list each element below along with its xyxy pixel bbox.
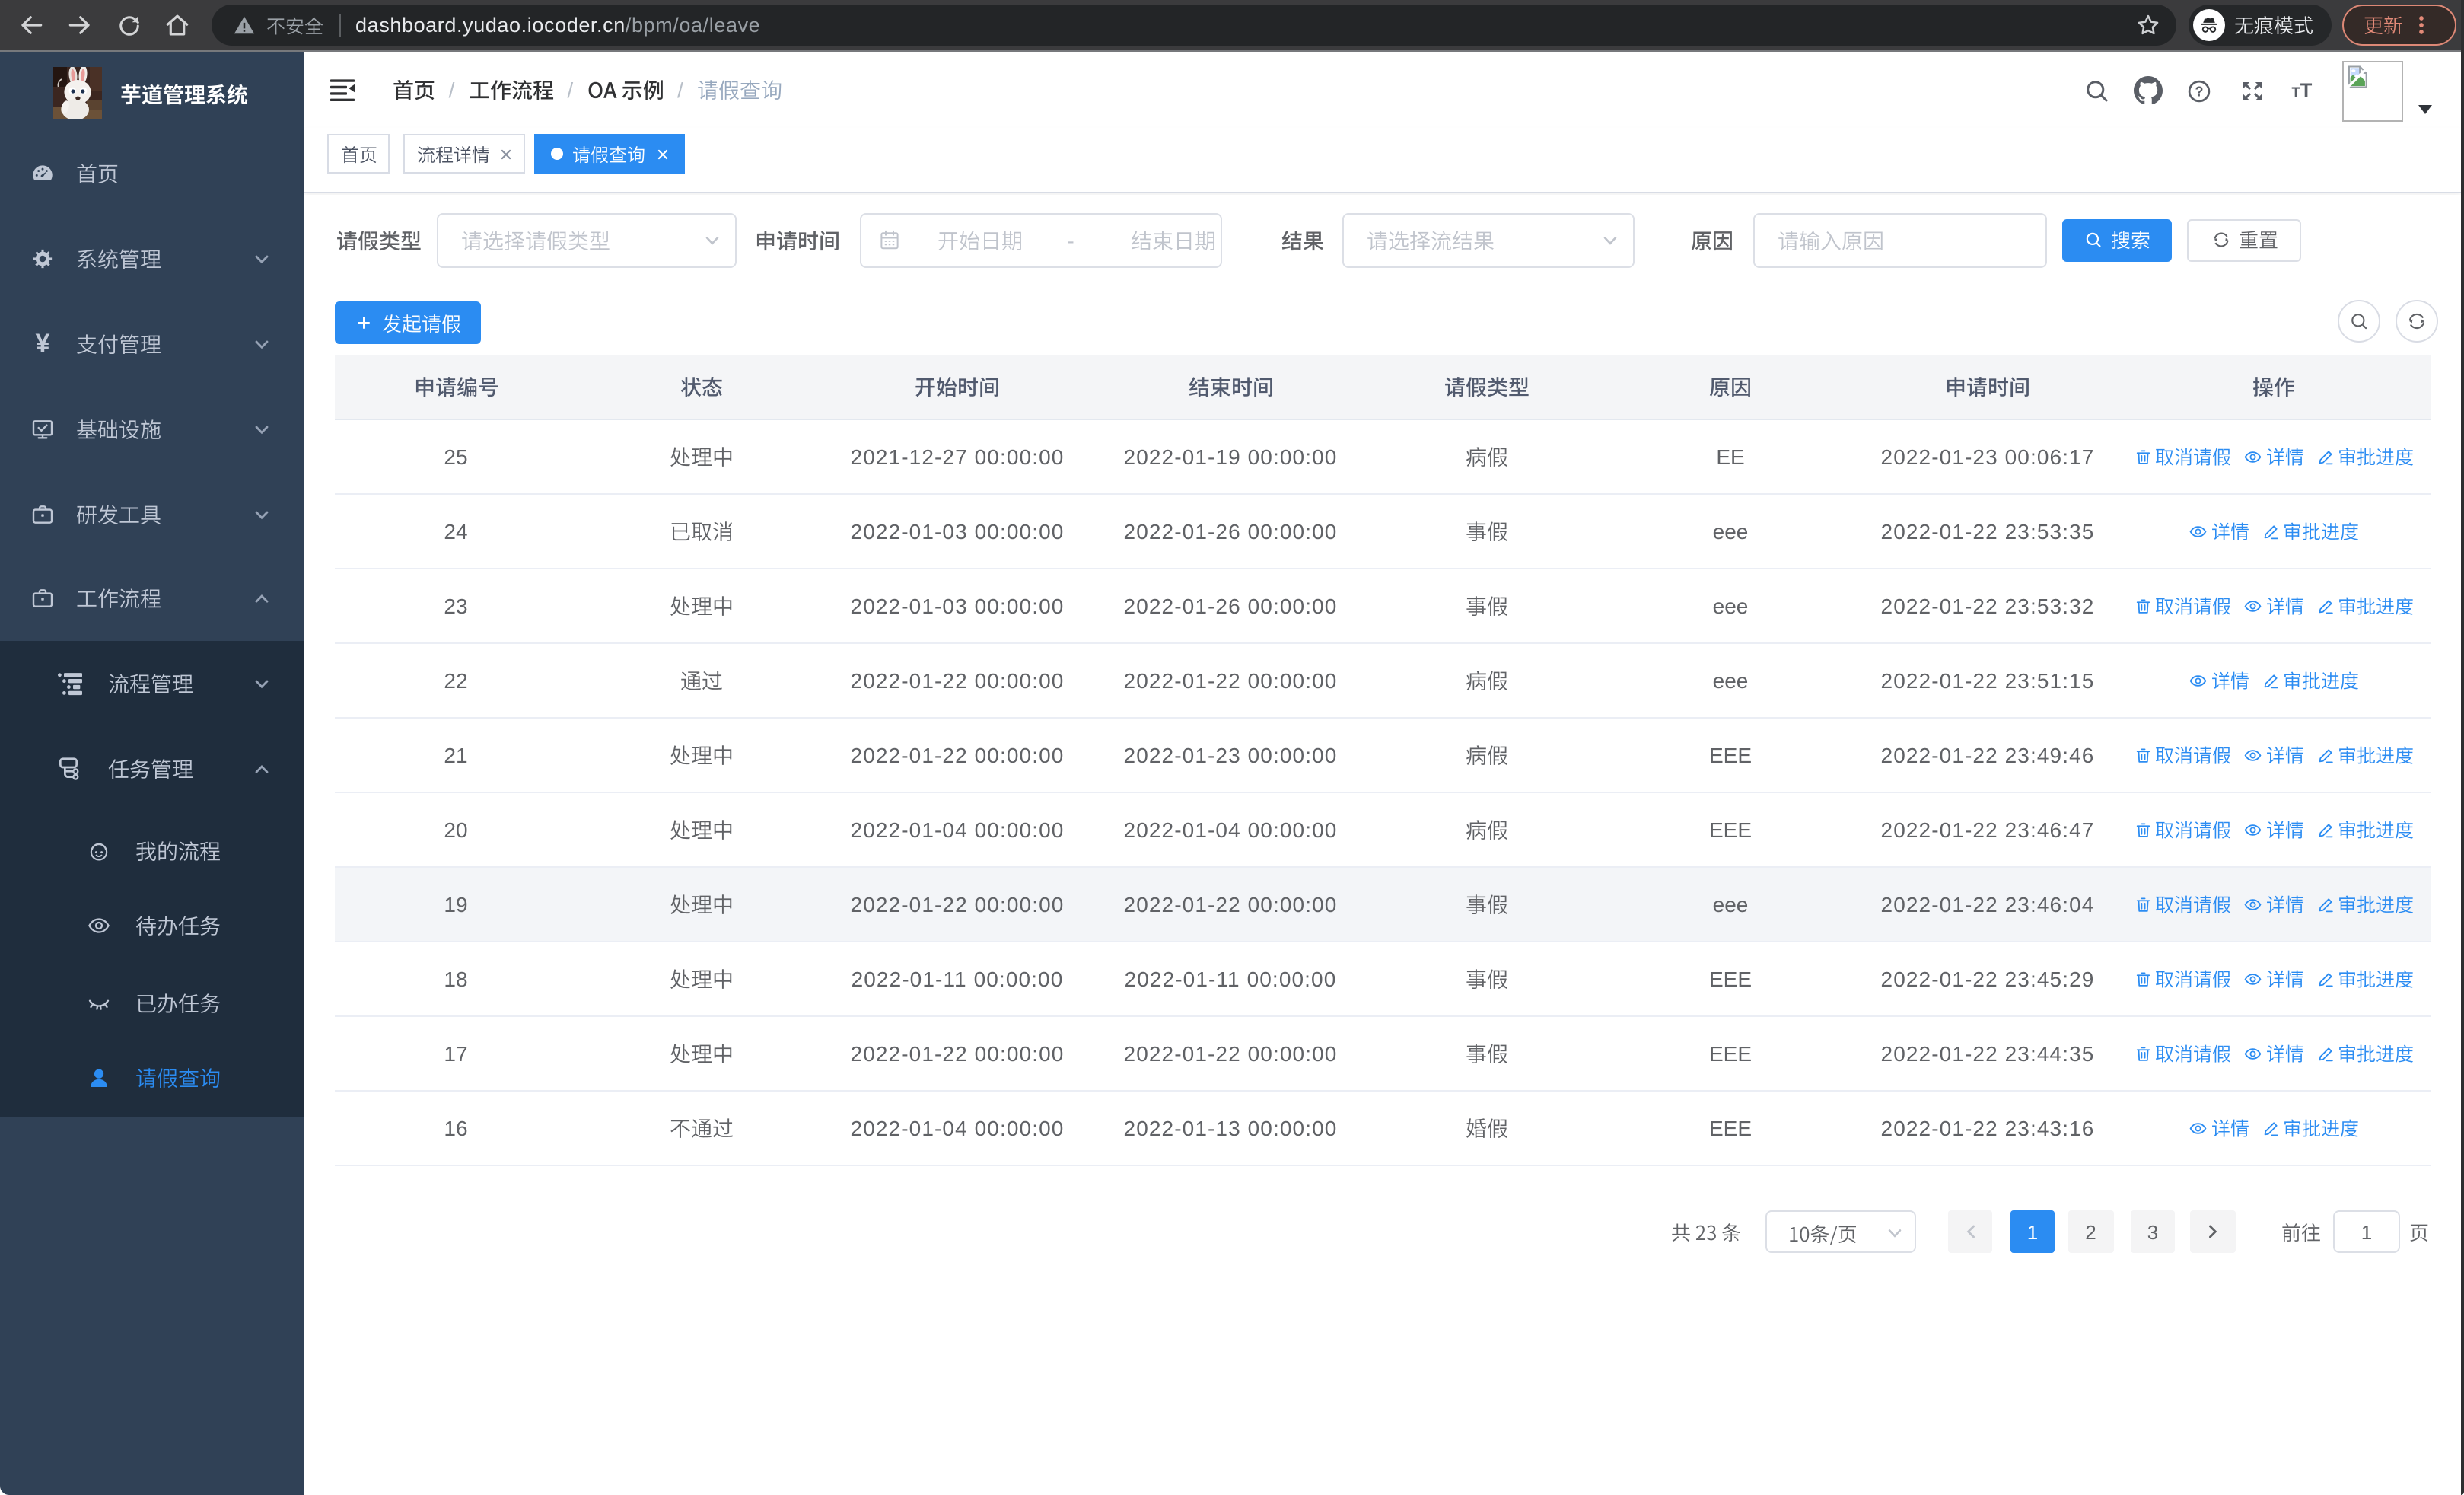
svg-text:T: T	[2291, 84, 2300, 100]
svg-text:T: T	[2300, 80, 2312, 101]
svg-text:?: ?	[2195, 83, 2204, 98]
